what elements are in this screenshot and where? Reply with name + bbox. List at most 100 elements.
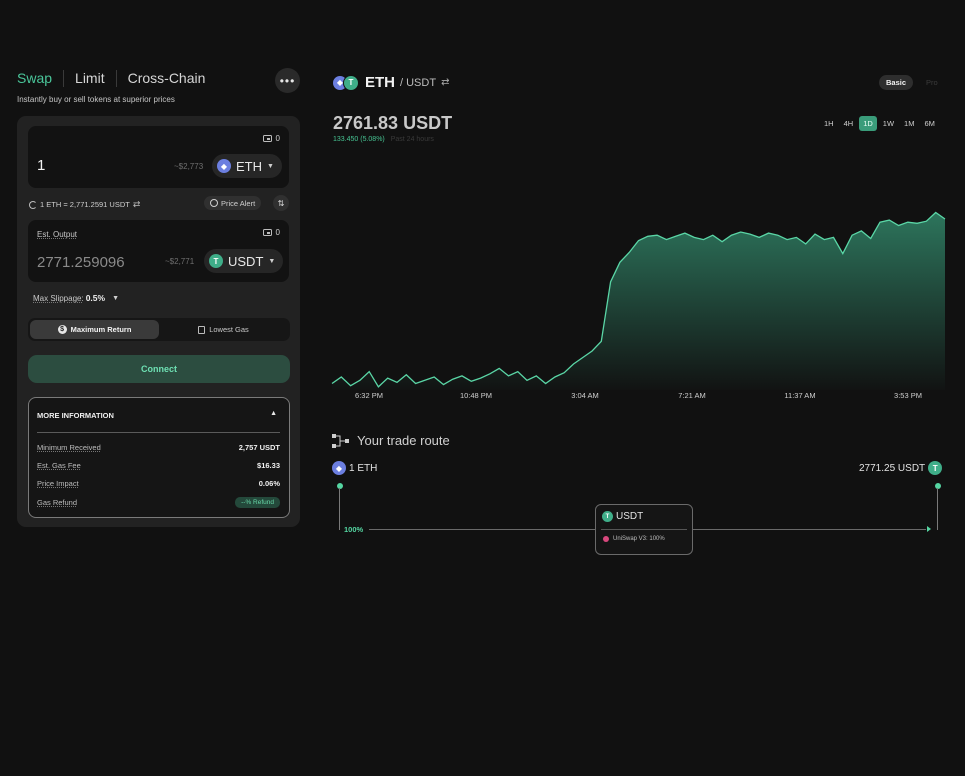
current-price: 2761.83 USDT — [333, 113, 453, 133]
route-percent: 100% — [344, 525, 364, 534]
dollar-icon: $ — [57, 325, 67, 334]
price-change-value: 133.450 (5.08%) — [333, 136, 385, 143]
trade-route-heading: Your trade route — [332, 433, 450, 448]
maximum-return-option[interactable]: $ Maximum Return — [30, 320, 159, 339]
wallet-icon — [262, 229, 272, 236]
exchange-rate: 1 ETH = 2,771.2591 USDT ⇄ — [29, 199, 140, 210]
gas-refund-badge: --% Refund — [235, 496, 280, 508]
x-tick-label: 11:37 AM — [784, 391, 816, 400]
route-hop-card[interactable]: T USDT UniSwap V3: 100% — [595, 504, 693, 555]
info-row-price-impact: Price Impact 0.06% — [37, 477, 280, 489]
max-slippage-value: 0.5% — [85, 293, 106, 303]
collapse-icon[interactable]: ▲ — [270, 410, 277, 417]
input-balance: 0 — [262, 134, 280, 143]
gas-pump-icon — [198, 325, 206, 334]
route-start-line — [339, 488, 340, 530]
tab-limit[interactable]: Limit — [63, 70, 116, 87]
tab-cross-chain[interactable]: Cross-Chain — [115, 70, 217, 87]
x-tick-label: 7:21 AM — [678, 391, 706, 400]
more-options-button[interactable]: ••• — [275, 68, 300, 93]
output-card: Est. Output 0 2771.259096 ~$2,771 T USDT… — [28, 220, 289, 282]
route-end-line — [937, 488, 938, 530]
flip-tokens-button[interactable]: ⇅ — [273, 195, 289, 211]
output-amount-field[interactable]: 2771.259096 — [37, 254, 125, 271]
max-slippage-selector[interactable]: Max Slippage: 0.5% ▼ — [33, 293, 119, 303]
info-key: Est. Gas Fee — [37, 460, 81, 470]
route-hop-pool: UniSwap V3: 100% — [603, 536, 665, 542]
maximum-return-label: Maximum Return — [70, 325, 132, 334]
info-row-minimum-received: Minimum Received 2,757 USDT — [37, 441, 280, 453]
pair-quote-token: / USDT — [400, 76, 437, 89]
output-token-selector[interactable]: T USDT ▼ — [204, 249, 284, 273]
input-usd-value: ~$2,773 — [174, 162, 204, 171]
info-row-gas-fee: Est. Gas Fee $16.33 — [37, 459, 280, 471]
max-slippage-label: Max Slippage: — [33, 293, 84, 303]
clock-icon — [210, 199, 218, 207]
trading-pair: ◆ T ETH / USDT ⇄ — [332, 74, 449, 91]
chevron-down-icon: ▼ — [112, 294, 120, 302]
chevron-down-icon: ▼ — [267, 162, 274, 170]
price-area — [332, 212, 945, 390]
uniswap-icon — [603, 536, 609, 542]
swap-subtitle: Instantly buy or sell tokens at superior… — [17, 95, 175, 104]
info-key: Minimum Received — [37, 442, 101, 452]
pair-coin-icons: ◆ T — [332, 74, 360, 91]
input-card: 0 1 ~$2,773 ◆ ETH ▼ — [28, 126, 289, 188]
exchange-rate-text: 1 ETH = 2,771.2591 USDT — [40, 200, 130, 209]
route-to-amount: 2771.25 USDT — [859, 462, 926, 474]
swap-panel: 0 1 ~$2,773 ◆ ETH ▼ 1 ETH = 2,771.2591 U… — [17, 116, 300, 527]
route-from-amount: 1 ETH — [349, 462, 378, 474]
swap-tabs: Swap Limit Cross-Chain — [17, 70, 216, 87]
more-information-panel: MORE INFORMATION ▲ Minimum Received 2,75… — [28, 397, 290, 518]
x-tick-label: 3:04 AM — [571, 391, 599, 400]
est-output-label: Est. Output — [37, 230, 78, 239]
info-value: 0.06% — [258, 478, 280, 488]
lowest-gas-label: Lowest Gas — [209, 325, 249, 334]
input-token-selector[interactable]: ◆ ETH ▼ — [212, 154, 282, 178]
eth-icon: ◆ — [217, 159, 231, 173]
route-end-dot — [935, 483, 941, 489]
output-balance-value: 0 — [275, 228, 280, 237]
x-tick-label: 3:53 PM — [894, 391, 922, 400]
info-row-gas-refund: Gas Refund --% Refund — [37, 496, 280, 508]
divider — [601, 529, 687, 530]
range-1w[interactable]: 1W — [879, 116, 898, 131]
route-to-token: 2771.25 USDT T — [859, 461, 943, 475]
info-key: Price Impact — [37, 478, 79, 488]
time-range-selector: 1H 4H 1D 1W 1M 6M — [820, 116, 939, 131]
refresh-icon — [29, 200, 37, 209]
route-hop-token-symbol: USDT — [616, 511, 644, 522]
info-value: 2,757 USDT — [238, 442, 280, 452]
usdt-icon: T — [928, 461, 943, 475]
x-tick-label: 6:32 PM — [355, 391, 383, 400]
info-key: Gas Refund — [37, 497, 78, 507]
route-arrow-icon — [927, 526, 931, 532]
route-mode-toggle: $ Maximum Return Lowest Gas — [28, 318, 290, 341]
tab-swap[interactable]: Swap — [17, 70, 63, 87]
range-1m[interactable]: 1M — [900, 116, 918, 131]
input-amount-field[interactable]: 1 — [37, 157, 45, 174]
usdt-icon: T — [209, 254, 223, 268]
price-chart[interactable] — [331, 200, 946, 390]
price-alert-label: Price Alert — [221, 198, 256, 208]
chart-view-toggle: Basic Pro — [879, 75, 945, 90]
price-alert-button[interactable]: Price Alert — [204, 196, 262, 210]
connect-button[interactable]: Connect — [28, 355, 290, 383]
divider — [37, 432, 280, 433]
swap-rate-icon[interactable]: ⇄ — [133, 199, 141, 210]
range-1h[interactable]: 1H — [820, 116, 838, 131]
swap-pair-icon[interactable]: ⇄ — [441, 77, 449, 88]
price-change-period: Past 24 hours — [390, 136, 434, 143]
range-4h[interactable]: 4H — [840, 116, 858, 131]
range-6m[interactable]: 6M — [920, 116, 938, 131]
info-value: $16.33 — [257, 460, 280, 470]
output-token-symbol: USDT — [228, 253, 264, 269]
view-basic-button[interactable]: Basic — [879, 75, 914, 90]
view-pro-button[interactable]: Pro — [919, 75, 945, 90]
route-hop-pool-label: UniSwap V3: 100% — [613, 536, 665, 542]
range-1d[interactable]: 1D — [859, 116, 877, 131]
more-information-title: MORE INFORMATION — [37, 411, 114, 420]
usdt-icon: T — [602, 511, 613, 522]
lowest-gas-option[interactable]: Lowest Gas — [159, 320, 288, 339]
eth-icon: ◆ — [332, 461, 346, 475]
